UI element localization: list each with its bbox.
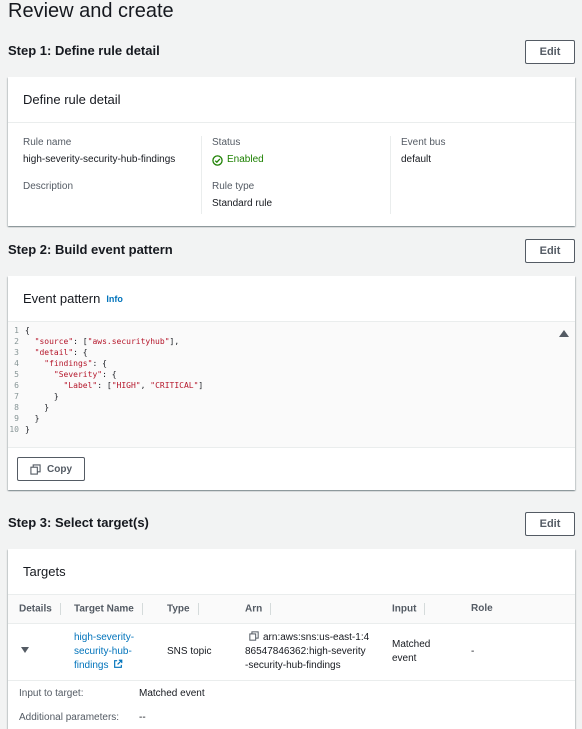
step2-title: Step 2: Build event pattern <box>8 242 173 257</box>
col-header-arn[interactable]: Arn <box>234 595 381 624</box>
event-pattern-panel: Event pattern Info 1{ 2 "source": ["aws.… <box>8 276 575 490</box>
code-line: 8 } <box>14 403 50 412</box>
table-row: high-severity- security-hub- findings SN… <box>8 623 575 681</box>
rule-type-field: Rule type Standard rule <box>212 180 272 211</box>
description-label: Description <box>23 181 74 192</box>
additional-parameters-value: -- <box>139 712 146 723</box>
rule-type-value: Standard rule <box>212 198 273 209</box>
col-header-input[interactable]: Input <box>381 595 460 624</box>
step1-title: Step 1: Define rule detail <box>8 43 160 58</box>
rule-name-label: Rule name <box>23 137 72 148</box>
status-field: Status Enabled <box>212 136 264 167</box>
code-line: 9 } <box>14 414 40 423</box>
step2-edit-button[interactable]: Edit <box>525 239 575 263</box>
event-bus-field: Event bus default <box>401 136 445 167</box>
define-rule-detail-panel: Define rule detail Rule name high-severi… <box>8 77 575 226</box>
panel-header: Define rule detail <box>8 77 575 123</box>
page-title: Review and create <box>8 0 174 22</box>
code-line: 4 "findings": { <box>14 359 107 368</box>
code-line: 6 "Label": ["HIGH", "CRITICAL"] <box>14 381 204 390</box>
check-circle-icon <box>212 154 223 166</box>
type-cell: SNS topic <box>156 623 234 681</box>
copy-label: Copy <box>47 463 72 475</box>
description-field: Description <box>23 180 73 194</box>
col-header-role[interactable]: Role <box>460 595 575 624</box>
status-label: Status <box>212 137 241 148</box>
code-line: 1{ <box>14 326 30 335</box>
status-text: Enabled <box>227 154 264 165</box>
col-header-type[interactable]: Type <box>156 595 234 624</box>
step1-edit-button[interactable]: Edit <box>525 40 575 64</box>
targets-table: Details Target Name Type Arn Input Role … <box>8 595 575 681</box>
code-editor[interactable]: 1{ 2 "source": ["aws.securityhub"], 3 "d… <box>8 322 575 448</box>
target-name-link[interactable]: high-severity- security-hub- findings <box>74 631 156 673</box>
code-line: 2 "source": ["aws.securityhub"], <box>14 337 180 346</box>
external-link-icon <box>114 659 123 668</box>
rule-name-field: Rule name high-severity-security-hub-fin… <box>23 136 175 167</box>
code-line: 7 } <box>14 392 59 401</box>
divider <box>201 136 202 214</box>
scroll-up-arrow-icon[interactable] <box>559 330 569 337</box>
status-value: Enabled <box>212 153 264 167</box>
panel-header: Targets <box>8 549 575 595</box>
targets-panel: Targets Details Target Name Type Arn Inp… <box>8 549 575 729</box>
col-header-details[interactable]: Details <box>8 595 63 624</box>
panel-header: Event pattern Info <box>8 276 575 322</box>
copy-icon[interactable] <box>249 630 259 641</box>
step3-title: Step 3: Select target(s) <box>8 515 149 530</box>
rule-name-value: high-severity-security-hub-findings <box>23 154 176 165</box>
panel-title: Targets <box>23 564 66 579</box>
target-name-cell: high-severity- security-hub- findings <box>63 623 156 681</box>
table-header-row: Details Target Name Type Arn Input Role <box>8 595 575 624</box>
input-to-target-label: Input to target: <box>19 688 84 699</box>
role-cell: - <box>460 623 575 681</box>
panel-title: Define rule detail <box>23 92 121 107</box>
rule-type-label: Rule type <box>212 181 255 192</box>
additional-parameters-label: Additional parameters: <box>19 712 120 723</box>
code-line: 3 "detail": { <box>14 348 88 357</box>
step3-edit-button[interactable]: Edit <box>525 512 575 536</box>
code-line: 5 "Severity": { <box>14 370 117 379</box>
copy-icon <box>30 463 41 475</box>
copy-button[interactable]: Copy <box>17 457 85 481</box>
event-bus-label: Event bus <box>401 137 446 148</box>
expand-cell[interactable] <box>8 623 63 681</box>
col-header-target-name[interactable]: Target Name <box>63 595 156 624</box>
divider <box>390 136 391 214</box>
caret-down-icon[interactable] <box>21 646 29 654</box>
info-link[interactable]: Info <box>106 294 123 304</box>
input-to-target-value: Matched event <box>139 688 205 699</box>
arn-cell: arn:aws:sns:us-east-1:4 86547846362:high… <box>234 623 381 681</box>
code-line: 10} <box>9 425 30 434</box>
input-cell: Matched event <box>381 623 460 681</box>
event-bus-value: default <box>401 154 432 165</box>
panel-title: Event pattern <box>23 291 101 306</box>
